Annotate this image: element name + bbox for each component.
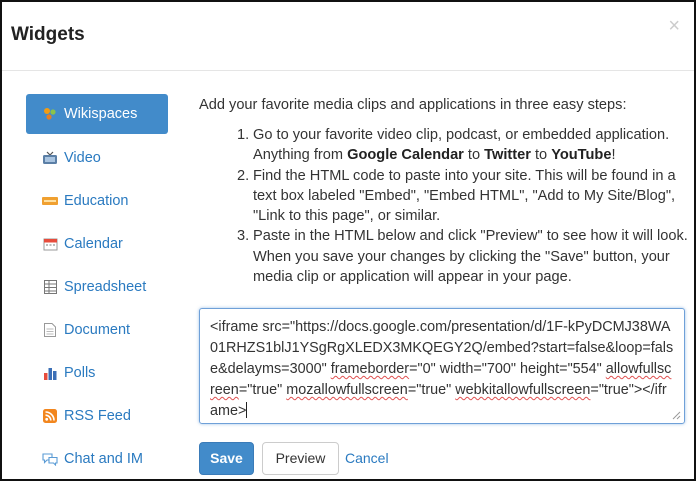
sidebar-item-spreadsheet[interactable]: Spreadsheet [26,268,168,306]
sidebar-item-label: Education [64,193,129,209]
bar-chart-icon [42,366,58,380]
sidebar-item-label: Video [64,150,101,166]
step-item: 2. Find the HTML code to paste into your… [237,166,689,227]
step-bold-text: Twitter [484,147,531,164]
step-number: 2. [237,167,250,184]
save-button[interactable]: Save [199,441,254,475]
step-text: Paste in the HTML below and click "Previ… [253,228,688,286]
sidebar-item-wikispaces[interactable]: Wikispaces [26,94,168,134]
sidebar-item-video[interactable]: Video [26,139,168,177]
spellcheck-word: frameborder [330,361,410,377]
step-text-segment: to [463,147,485,164]
steps-list: 1. Go to your favorite video clip, podca… [199,125,689,287]
sidebar-item-label: Calendar [64,236,123,252]
sidebar-item-label: Chat and IM [64,451,143,467]
step-item: 3. Paste in the HTML below and click "Pr… [237,226,689,287]
widget-category-sidebar: Wikispaces Video Education Calendar Spre… [26,94,168,479]
sidebar-item-label: Spreadsheet [64,279,147,295]
sidebar-item-chat-and-im[interactable]: Chat and IM [26,440,168,478]
sidebar-item-calendar[interactable]: Calendar [26,225,168,263]
intro-text: Add your favorite media clips and applic… [199,97,627,113]
sidebar-item-label: Document [64,322,131,338]
step-number: 3. [237,228,250,245]
embed-code-textarea[interactable]: <iframe src="https://docs.google.com/pre… [199,308,685,424]
cancel-link[interactable]: Cancel [345,450,389,466]
step-text-segment: ! [611,147,616,164]
step-text: Find the HTML code to paste into your si… [253,167,676,225]
dialog-title: Widgets [11,24,85,45]
sidebar-item-education[interactable]: Education [26,182,168,220]
document-icon [42,323,58,337]
rss-icon [42,409,58,423]
chat-icon [42,452,58,466]
preview-button[interactable]: Preview [262,441,339,475]
tv-icon [42,151,58,165]
widgets-dialog: Widgets × Wikispaces Video Education Cal… [0,0,696,481]
sidebar-item-label: RSS Feed [64,408,131,424]
sidebar-item-polls[interactable]: Polls [26,354,168,392]
wikispaces-icon [42,107,58,121]
sidebar-item-label: Wikispaces [64,106,138,122]
step-text-segment: to [530,147,552,164]
new-badge-icon [42,194,58,208]
dialog-header: Widgets × [2,2,694,71]
step-item: 1. Go to your favorite video clip, podca… [237,125,689,166]
calendar-icon [42,237,58,251]
sidebar-item-rss-feed[interactable]: RSS Feed [26,397,168,435]
code-text-segment: ="true" [238,382,287,398]
step-bold-text: YouTube [551,147,612,164]
code-text-segment: ="true" [407,382,456,398]
resize-handle-icon[interactable] [672,411,681,420]
code-text-segment: ="0" width="700" height="554" [409,361,606,377]
step-text: Go to your favorite video clip, podcast,… [253,125,689,166]
sidebar-item-document[interactable]: Document [26,311,168,349]
step-bold-text: Google Calendar [347,147,464,164]
widget-instructions: Add your favorite media clips and applic… [199,95,689,287]
spreadsheet-icon [42,280,58,294]
spellcheck-word: mozallowfullscreen [286,382,408,398]
dialog-actions: Save Preview Cancel [199,441,389,475]
sidebar-item-label: Polls [64,365,96,381]
text-caret [246,402,248,418]
step-number: 1. [237,127,250,143]
spellcheck-word: webkitallowfullscreen [455,382,591,398]
close-icon[interactable]: × [668,16,680,36]
